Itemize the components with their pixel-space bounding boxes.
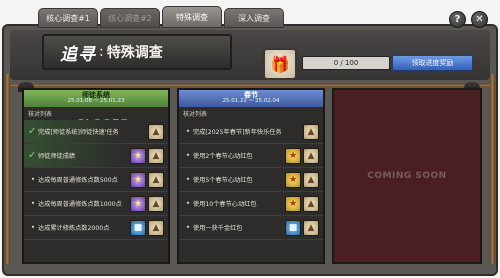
list-item: • 达成累计修炼点数2000点 ■ ▲ — [24, 216, 168, 240]
tab-core-survey-1[interactable]: 核心调查#1 — [38, 8, 98, 28]
mentor-system-panel: 师徒系统 25.01.08 ~ 25.01.23 核对列表 CLOSED ✓ 完… — [22, 88, 170, 264]
tab-bar: 核心调查#1 核心调查#2 特殊调查 深入调查 — [38, 6, 284, 28]
panel-date: 25.01.22 ~ 25.02.04 — [222, 98, 280, 105]
list-item: ✓ 完成[师徒系统]师徒快速'任务 ▲ — [24, 120, 168, 144]
cake-icon[interactable]: ▲ — [148, 123, 164, 140]
checklist-label: 核对列表 — [183, 111, 208, 118]
bullet-icon: • — [185, 199, 191, 208]
left-pipe-decoration — [5, 74, 10, 264]
checkmark-icon: ✓ — [28, 150, 37, 161]
coming-soon-panel: COMING SOON — [332, 88, 482, 264]
cake-icon[interactable]: ▲ — [148, 171, 164, 188]
panel-header: 师徒系统 25.01.08 ~ 25.01.23 — [24, 90, 168, 107]
task-text: 达成累计修炼点数2000点 — [38, 225, 110, 232]
purple-item-icon[interactable]: ★ — [130, 147, 146, 164]
list-item: • 达成每周普通修炼点数500点 ★ ▲ — [24, 168, 168, 192]
title-main: 追寻 — [60, 44, 96, 65]
bullet-icon: • — [185, 175, 191, 184]
title-plate: 追寻 : 特殊调查 — [42, 34, 232, 70]
panel-header: 春节 25.01.22 ~ 25.02.04 — [179, 90, 323, 107]
panel-date: 25.01.08 ~ 25.01.23 — [67, 98, 125, 105]
purple-item-icon[interactable]: ★ — [130, 171, 146, 188]
event-window: 核心调查#1 核心调查#2 特殊调查 深入调查 ? ✕ 追寻 : 特殊调查 🎁 … — [2, 4, 498, 276]
spring-festival-panel: 春节 25.01.22 ~ 25.02.04 核对列表 • 完成[2025年春节… — [177, 88, 325, 264]
right-pipe-decoration — [490, 74, 495, 264]
task-text: 师徒师徒成绩 — [38, 153, 76, 160]
checkmark-icon: ✓ — [28, 126, 37, 137]
list-item: • 使用一获千金红包 ■ ▲ — [179, 216, 323, 240]
cake-icon[interactable]: ▲ — [303, 171, 319, 188]
task-text: 完成[2025年春节]新年快乐任务 — [193, 129, 282, 136]
close-button[interactable]: ✕ — [471, 11, 488, 28]
bullet-icon: • — [30, 199, 36, 208]
bullet-icon: • — [185, 151, 191, 160]
task-text: 达成每周普通修炼点数500点 — [38, 177, 118, 184]
cake-icon[interactable]: ▲ — [148, 195, 164, 212]
cake-icon[interactable]: ▲ — [303, 147, 319, 164]
progress-bar: 0 / 100 — [302, 56, 390, 70]
task-text: 使用5个春节心动红包 — [193, 177, 253, 184]
title-sub: 特殊调查 — [106, 45, 163, 61]
star-icon[interactable]: ★ — [285, 171, 301, 188]
task-text: 使用2个春节心动红包 — [193, 153, 253, 160]
gift-icon[interactable]: ■ — [130, 219, 146, 236]
task-text: 达成每周普通修炼点数1000点 — [38, 201, 122, 208]
cake-icon[interactable]: ▲ — [148, 147, 164, 164]
cake-icon[interactable]: ▲ — [303, 219, 319, 236]
task-text: 使用10个春节心动红包 — [193, 201, 257, 208]
cake-icon[interactable]: ▲ — [148, 219, 164, 236]
top-pipe-decoration — [10, 84, 490, 87]
bullet-icon: • — [30, 223, 36, 232]
task-text: 完成[师徒系统]师徒快速'任务 — [38, 129, 119, 136]
claim-progress-reward-button[interactable]: 领取进度奖励 — [392, 55, 473, 71]
tab-special-survey[interactable]: 特殊调查 — [162, 6, 222, 28]
star-icon[interactable]: ★ — [285, 147, 301, 164]
bullet-icon: • — [185, 127, 191, 136]
reward-box-icon[interactable]: 🎁 — [263, 48, 297, 80]
task-text: 使用一获千金红包 — [193, 225, 243, 232]
cake-icon[interactable]: ▲ — [303, 195, 319, 212]
tab-core-survey-2[interactable]: 核心调查#2 — [100, 8, 160, 28]
purple-item-icon[interactable]: ★ — [130, 195, 146, 212]
coming-soon-label: COMING SOON — [367, 171, 447, 181]
bullet-icon: • — [185, 223, 191, 232]
title-separator: : — [99, 44, 104, 60]
list-item: ✓ 师徒师徒成绩 ★ ▲ — [24, 144, 168, 168]
list-item: • 使用2个春节心动红包 ★ ▲ — [179, 144, 323, 168]
list-item: • 完成[2025年春节]新年快乐任务 ▲ — [179, 120, 323, 144]
gift-icon[interactable]: ■ — [285, 219, 301, 236]
tab-deep-survey[interactable]: 深入调查 — [224, 8, 284, 28]
list-item: • 使用10个春节心动红包 ★ ▲ — [179, 192, 323, 216]
list-item: • 达成每周普通修炼点数1000点 ★ ▲ — [24, 192, 168, 216]
bullet-icon: • — [30, 175, 36, 184]
cake-icon[interactable]: ▲ — [303, 123, 319, 140]
list-item: • 使用5个春节心动红包 ★ ▲ — [179, 168, 323, 192]
star-icon[interactable]: ★ — [285, 195, 301, 212]
help-button[interactable]: ? — [449, 11, 466, 28]
